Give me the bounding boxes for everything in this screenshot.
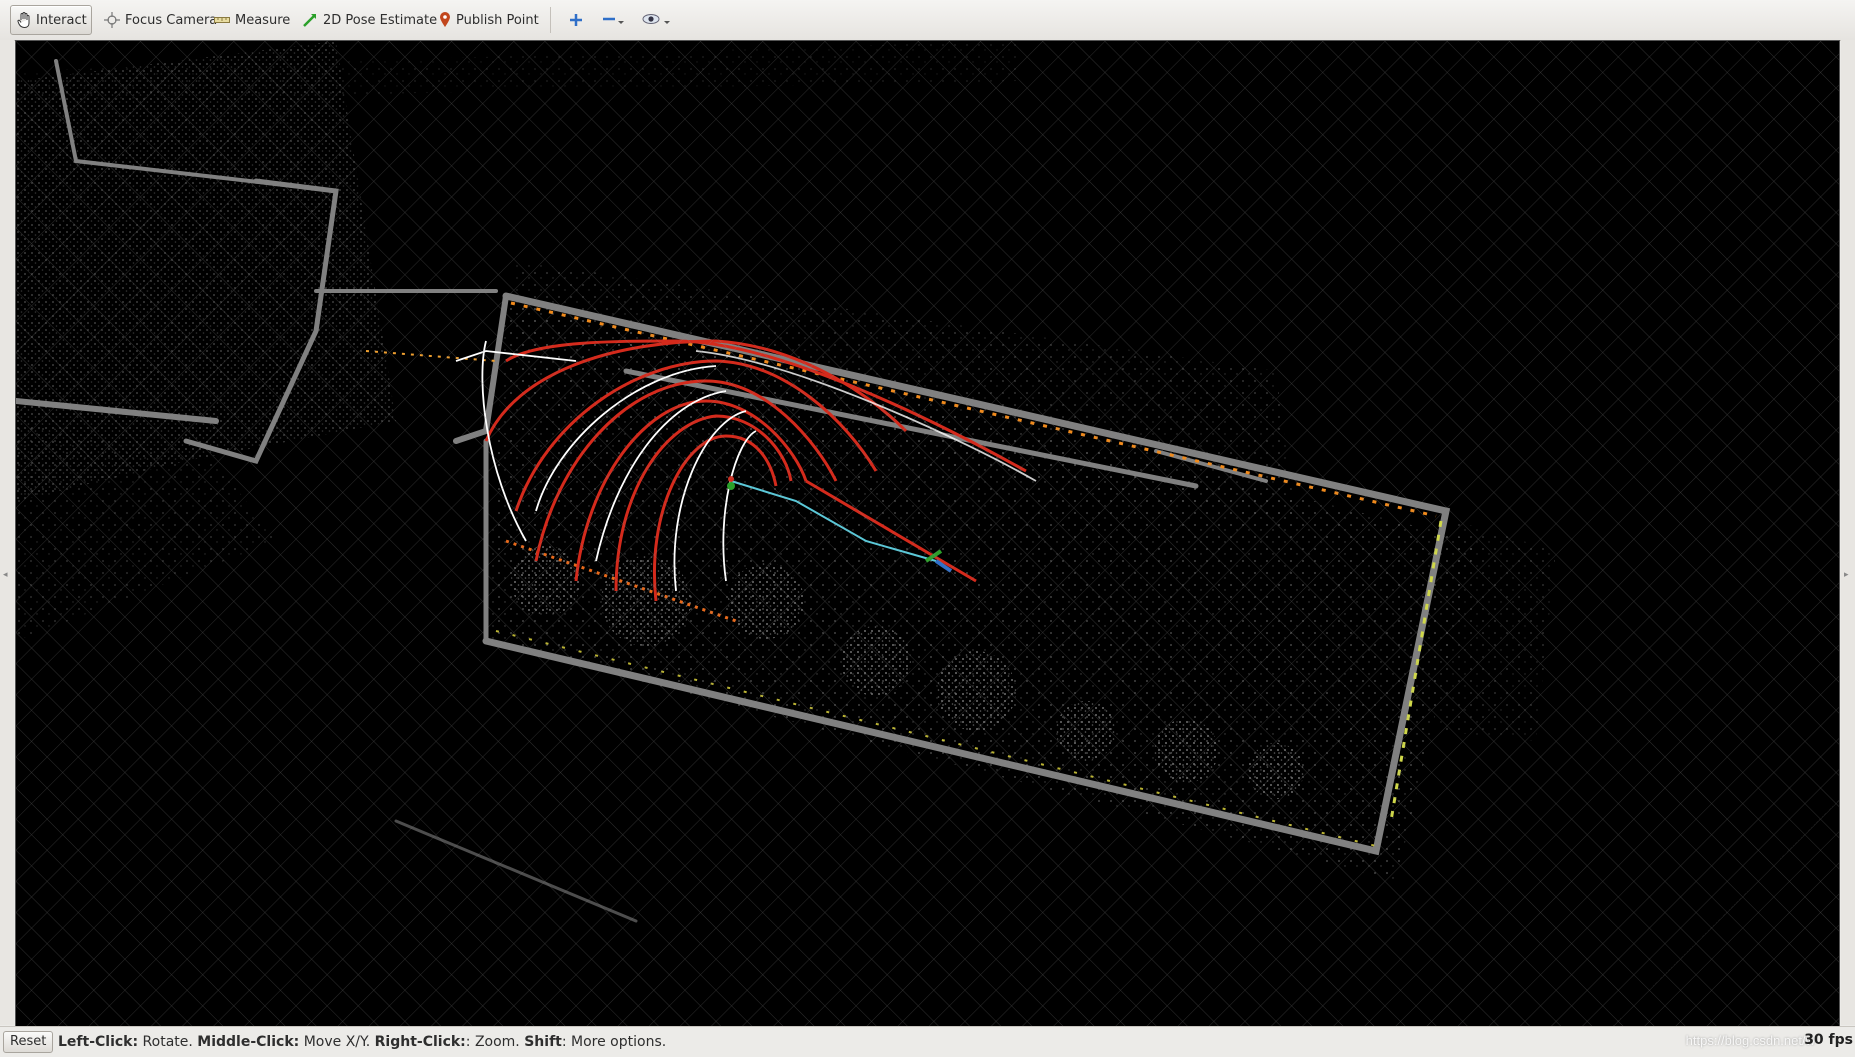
shift-desc: : More options. (561, 1034, 667, 1050)
interact-label: Interact (36, 12, 87, 28)
minus-icon (602, 13, 626, 27)
focus-camera-label: Focus Camera (125, 12, 218, 28)
middle-click-desc: Move X/Y. (299, 1034, 375, 1050)
status-bar: Reset Left-Click: Rotate. Middle-Click: … (0, 1026, 1855, 1057)
view-options-button[interactable] (636, 5, 678, 35)
left-click-desc: Rotate. (138, 1034, 198, 1050)
remove-tool-button[interactable] (596, 5, 632, 35)
left-dock-handle[interactable]: ◂ (0, 40, 14, 1025)
middle-click-key: Middle-Click: (197, 1034, 300, 1050)
mouse-help-text: Left-Click: Rotate. Middle-Click: Move X… (58, 1034, 666, 1050)
focus-camera-tool-button[interactable]: Focus Camera (98, 5, 223, 35)
right-dock-handle[interactable]: ▸ (1841, 40, 1855, 1025)
3d-render-viewport[interactable] (15, 40, 1840, 1027)
reset-button[interactable]: Reset (3, 1031, 54, 1053)
2d-pose-estimate-label: 2D Pose Estimate (323, 12, 438, 28)
publish-point-tool-button[interactable]: Publish Point (433, 5, 545, 35)
shift-key: Shift (524, 1034, 562, 1050)
2d-pose-estimate-tool-button[interactable]: 2D Pose Estimate (296, 5, 443, 35)
fps-counter: 30 fps (1804, 1032, 1853, 1048)
reference-grid (16, 41, 1839, 1026)
green-arrow-icon (302, 12, 318, 28)
right-click-desc: : Zoom. (465, 1034, 525, 1050)
tool-bar: Interact Focus Camera Measure 2D Pose Es… (0, 0, 1855, 41)
crosshair-icon (104, 12, 120, 28)
watermark-text: https://blog.csdn.net/w (1685, 1033, 1815, 1048)
right-click-key: Right-Click: (374, 1034, 466, 1050)
add-tool-button[interactable] (563, 5, 589, 35)
plus-icon (569, 13, 583, 27)
interact-tool-button[interactable]: Interact (10, 5, 92, 35)
map-pin-icon (439, 12, 451, 28)
ruler-icon (214, 15, 230, 25)
hand-pointer-icon (17, 12, 31, 28)
point-cloud-scene (16, 41, 1839, 1026)
left-click-key: Left-Click: (58, 1034, 139, 1050)
publish-point-label: Publish Point (456, 12, 539, 28)
toolbar-separator (550, 7, 551, 33)
measure-label: Measure (235, 12, 291, 28)
eye-icon (642, 13, 672, 27)
measure-tool-button[interactable]: Measure (208, 5, 296, 35)
